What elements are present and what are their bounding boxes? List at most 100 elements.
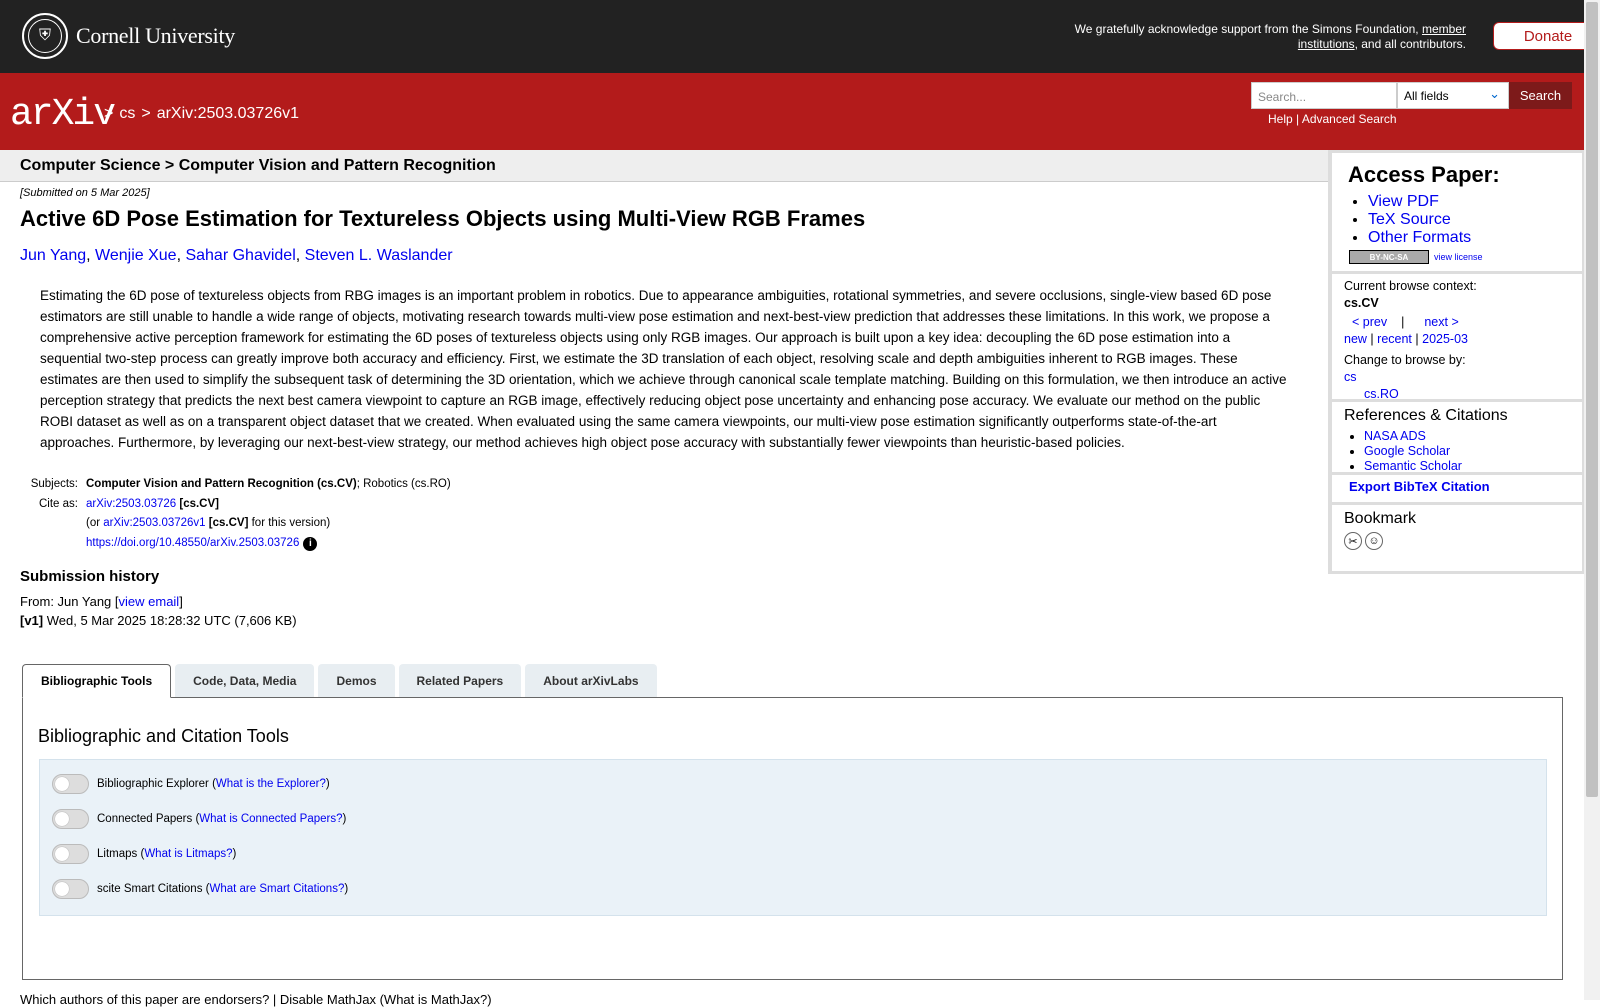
- tool-label: scite Smart Citations: [97, 883, 203, 895]
- crumb-separator: >: [141, 105, 151, 122]
- author-link[interactable]: Jun Yang: [20, 247, 86, 264]
- tool-info-link[interactable]: What are Smart Citations?: [209, 883, 344, 895]
- bibsonomy-icon[interactable]: ✂: [1344, 532, 1362, 550]
- cite-label: Cite as:: [39, 497, 78, 510]
- view-license-link[interactable]: view license: [1434, 252, 1483, 262]
- browse-context-value: cs.CV: [1344, 296, 1379, 310]
- search-input[interactable]: Search...: [1251, 82, 1397, 109]
- search-field-value: All fields: [1404, 89, 1449, 103]
- tab-related-papers[interactable]: Related Papers: [398, 664, 522, 697]
- access-heading: Access Paper:: [1348, 162, 1500, 187]
- support-text: We gratefully acknowledge support from t…: [1046, 22, 1466, 52]
- tool-info-link[interactable]: What is Litmaps?: [144, 848, 232, 860]
- from-close: ]: [179, 594, 183, 609]
- link-separator: |: [1296, 112, 1300, 126]
- doi-link[interactable]: https://doi.org/10.48550/arXiv.2503.0372…: [86, 537, 299, 549]
- connected-papers-toggle[interactable]: [52, 809, 89, 829]
- tab-bibliographic-tools[interactable]: Bibliographic Tools: [22, 664, 172, 698]
- view-email-link[interactable]: view email: [119, 594, 180, 609]
- cornell-seal-icon: ⛨: [22, 13, 68, 59]
- abstract: Estimating the 6D pose of textureless ob…: [40, 288, 1287, 450]
- search-field-select[interactable]: All fields ⌄: [1397, 82, 1509, 109]
- pipe-separator: |: [1370, 332, 1374, 346]
- browse-cs-ro-link[interactable]: cs.RO: [1364, 387, 1399, 401]
- prev-link[interactable]: < prev: [1352, 315, 1387, 329]
- labs-tabs: Bibliographic Tools Code, Data, Media De…: [22, 664, 661, 698]
- support-post: , and all contributors.: [1354, 37, 1466, 51]
- tool-info-link[interactable]: What is Connected Papers?: [199, 813, 342, 825]
- cite-version-link[interactable]: arXiv:2503.03726v1: [103, 517, 205, 529]
- refs-heading: References & Citations: [1344, 407, 1508, 424]
- search-links: Help | Advanced Search: [1268, 112, 1397, 126]
- search-button[interactable]: Search: [1509, 82, 1572, 109]
- version-label: [v1]: [20, 613, 44, 628]
- author-link[interactable]: Steven L. Waslander: [305, 247, 453, 264]
- bookmark-box: Bookmark ✂ ☺: [1332, 505, 1582, 571]
- litmaps-toggle[interactable]: [52, 844, 89, 864]
- month-link[interactable]: 2025-03: [1422, 332, 1468, 346]
- tool-info-link[interactable]: What is the Explorer?: [216, 778, 326, 790]
- advanced-search-link[interactable]: Advanced Search: [1302, 112, 1397, 126]
- tab-about-arxivlabs[interactable]: About arXivLabs: [525, 664, 657, 697]
- tool-label: Bibliographic Explorer: [97, 778, 209, 790]
- other-formats-link[interactable]: Other Formats: [1368, 229, 1471, 246]
- author-link[interactable]: Wenjie Xue: [95, 247, 177, 264]
- info-icon[interactable]: i: [303, 536, 318, 551]
- pipe-separator: |: [1401, 315, 1405, 329]
- arxiv-header: arXiv > cs > arXiv:2503.03726v1 Search... A…: [0, 73, 1584, 150]
- explorer-toggle[interactable]: [52, 774, 89, 794]
- submission-history-heading: Submission history: [20, 568, 160, 585]
- tools-heading: Bibliographic and Citation Tools: [38, 726, 289, 746]
- google-scholar-link[interactable]: Google Scholar: [1364, 444, 1450, 458]
- cite-version-category: [cs.CV]: [208, 517, 249, 529]
- cite-or: (or: [86, 517, 101, 529]
- export-bibtex-link[interactable]: Export BibTeX Citation: [1349, 479, 1490, 494]
- tool-row: Litmaps (What is Litmaps?): [52, 844, 236, 864]
- browse-cs-link[interactable]: cs: [1344, 370, 1357, 384]
- sidebar: Access Paper: View PDF TeX Source Other …: [1328, 150, 1586, 574]
- support-pre: We gratefully acknowledge support from t…: [1074, 22, 1419, 36]
- tab-demos[interactable]: Demos: [318, 664, 395, 697]
- bookmark-heading: Bookmark: [1344, 510, 1417, 527]
- change-browse-label: Change to browse by:: [1344, 353, 1466, 367]
- subject-header: Computer Science > Computer Vision and P…: [20, 157, 496, 174]
- metadata-table: Subjects: Computer Vision and Pattern Rec…: [20, 475, 451, 553]
- cornell-name: Cornell University: [76, 23, 235, 48]
- nasa-ads-link[interactable]: NASA ADS: [1364, 429, 1426, 443]
- primary-subject: Computer Vision and Pattern Recognition …: [86, 478, 357, 490]
- scrollbar-thumb[interactable]: [1586, 2, 1598, 797]
- crumb-cs[interactable]: cs: [119, 105, 135, 122]
- browse-context-label: Current browse context:: [1344, 279, 1477, 293]
- subjects-label: Subjects:: [30, 478, 78, 490]
- submission-history: From: Jun Yang [view email] [v1] Wed, 5 …: [20, 592, 297, 630]
- scrollbar[interactable]: [1584, 0, 1600, 1000]
- author-list: Jun Yang, Wenjie Xue, Sahar Ghavidel, St…: [20, 247, 453, 264]
- crumb-separator: >: [104, 105, 114, 122]
- arxiv-logo[interactable]: arXiv: [10, 93, 116, 136]
- paper-title: Active 6D Pose Estimation for Textureles…: [20, 206, 866, 231]
- tex-source-link[interactable]: TeX Source: [1368, 211, 1451, 228]
- version-date: Wed, 5 Mar 2025 18:28:32 UTC (7,606 KB): [46, 613, 297, 628]
- cite-link[interactable]: arXiv:2503.03726: [86, 498, 176, 510]
- cc-license-badge[interactable]: BY-NC-SA: [1349, 250, 1429, 264]
- author-link[interactable]: Sahar Ghavidel: [185, 247, 295, 264]
- subject-header-bar: Computer Science > Computer Vision and P…: [0, 150, 1328, 182]
- help-link[interactable]: Help: [1268, 112, 1293, 126]
- cornell-logo[interactable]: ⛨ Cornell University: [22, 13, 235, 59]
- tools-box: Bibliographic Explorer (What is the Expl…: [39, 759, 1547, 916]
- tool-label: Connected Papers: [97, 813, 193, 825]
- tab-panel: Bibliographic and Citation Tools Bibliog…: [22, 697, 1563, 980]
- references-box: References & Citations NASA ADS Google S…: [1332, 402, 1582, 473]
- tab-code-data-media[interactable]: Code, Data, Media: [175, 664, 315, 697]
- tool-row: Bibliographic Explorer (What is the Expl…: [52, 774, 330, 794]
- recent-link[interactable]: recent: [1377, 332, 1412, 346]
- next-link[interactable]: next >: [1424, 315, 1458, 329]
- access-paper-box: Access Paper: View PDF TeX Source Other …: [1332, 153, 1582, 271]
- scite-toggle[interactable]: [52, 879, 89, 899]
- new-link[interactable]: new: [1344, 332, 1367, 346]
- view-pdf-link[interactable]: View PDF: [1368, 193, 1439, 210]
- reddit-icon[interactable]: ☺: [1365, 532, 1383, 550]
- semantic-scholar-link[interactable]: Semantic Scholar: [1364, 459, 1462, 473]
- browse-context-box: Current browse context: cs.CV < prev | nex…: [1332, 274, 1582, 401]
- chevron-down-icon: ⌄: [1489, 86, 1500, 101]
